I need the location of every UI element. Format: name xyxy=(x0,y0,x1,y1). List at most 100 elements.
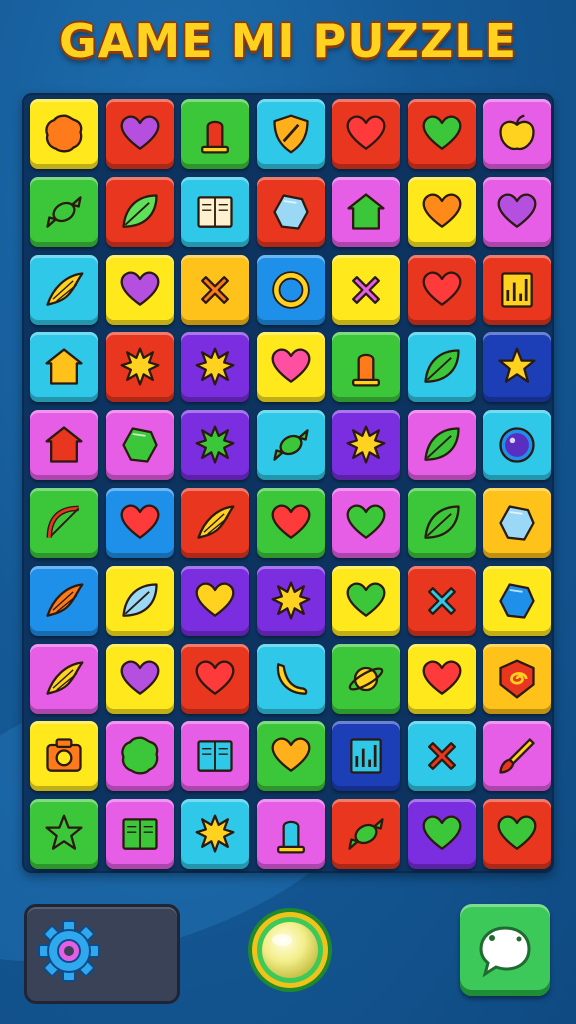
heart-icon xyxy=(422,271,461,306)
puzzle-tile[interactable] xyxy=(30,254,98,325)
puzzle-tile[interactable] xyxy=(256,99,325,169)
puzzle-tile[interactable] xyxy=(407,176,476,247)
puzzle-tile[interactable] xyxy=(483,488,551,558)
sun-icon xyxy=(120,347,159,386)
cross-icon xyxy=(427,742,456,771)
lamp-icon xyxy=(201,120,229,154)
heart-icon xyxy=(120,660,159,695)
puzzle-tile[interactable] xyxy=(30,799,98,870)
puzzle-tile[interactable] xyxy=(407,254,476,325)
puzzle-tile[interactable] xyxy=(483,332,551,403)
puzzle-tile[interactable] xyxy=(105,176,174,247)
heart-icon xyxy=(195,582,235,617)
puzzle-tile[interactable] xyxy=(407,565,476,636)
puzzle-tile[interactable] xyxy=(105,410,174,481)
orb-icon xyxy=(499,427,535,463)
puzzle-tile[interactable] xyxy=(332,488,400,558)
puzzle-tile[interactable] xyxy=(105,643,174,714)
heart-icon xyxy=(120,504,159,539)
puzzle-tile[interactable] xyxy=(30,643,98,714)
puzzle-tile[interactable] xyxy=(181,488,249,558)
puzzle-tile[interactable] xyxy=(407,799,476,870)
puzzle-tile[interactable] xyxy=(30,332,98,403)
puzzle-tile[interactable] xyxy=(105,565,174,636)
brush-icon xyxy=(499,738,535,775)
puzzle-tile[interactable] xyxy=(30,99,98,169)
puzzle-tile[interactable] xyxy=(30,721,98,792)
puzzle-tile[interactable] xyxy=(181,99,249,169)
puzzle-tile[interactable] xyxy=(407,643,476,714)
lamp-icon xyxy=(276,820,305,854)
heart-icon xyxy=(346,115,386,150)
puzzle-tile[interactable] xyxy=(181,643,249,714)
puzzle-tile[interactable] xyxy=(332,254,400,325)
puzzle-tile[interactable] xyxy=(407,332,476,403)
puzzle-tile[interactable] xyxy=(332,643,400,714)
puzzle-tile[interactable] xyxy=(256,254,325,325)
heart-icon xyxy=(120,115,159,150)
ring-icon xyxy=(271,270,310,309)
candy-icon xyxy=(46,195,82,228)
puzzle-tile[interactable] xyxy=(30,565,98,636)
leaf-icon xyxy=(121,194,158,228)
puzzle-tile[interactable] xyxy=(105,799,174,870)
puzzle-tile[interactable] xyxy=(181,332,249,403)
puzzle-tile[interactable] xyxy=(483,410,551,481)
settings-button[interactable] xyxy=(36,918,102,984)
heart-icon xyxy=(422,660,461,695)
puzzle-tile[interactable] xyxy=(256,488,325,558)
book-icon xyxy=(121,818,158,850)
heart-icon xyxy=(120,271,159,306)
heart-icon xyxy=(195,660,235,695)
puzzle-tile[interactable] xyxy=(256,410,325,481)
hint-button[interactable] xyxy=(460,904,550,996)
puzzle-tile[interactable] xyxy=(407,488,476,558)
puzzle-tile[interactable] xyxy=(181,176,249,247)
puzzle-tile[interactable] xyxy=(30,410,98,481)
puzzle-tile[interactable] xyxy=(105,332,174,403)
puzzle-tile[interactable] xyxy=(483,643,551,714)
puzzle-tile[interactable] xyxy=(483,565,551,636)
puzzle-tile[interactable] xyxy=(105,488,174,558)
camera-icon xyxy=(46,738,82,773)
puzzle-tile[interactable] xyxy=(332,99,400,169)
banana-icon xyxy=(276,662,307,695)
puzzle-tile[interactable] xyxy=(483,99,551,169)
puzzle-tile[interactable] xyxy=(256,565,325,636)
puzzle-tile[interactable] xyxy=(30,176,98,247)
puzzle-tile[interactable] xyxy=(105,254,174,325)
puzzle-tile[interactable] xyxy=(181,799,249,870)
cross-icon xyxy=(427,586,456,615)
puzzle-tile[interactable] xyxy=(256,176,325,247)
puzzle-tile[interactable] xyxy=(332,565,400,636)
puzzle-tile[interactable] xyxy=(181,254,249,325)
orb-button-icon xyxy=(248,908,332,992)
puzzle-tile[interactable] xyxy=(105,721,174,792)
puzzle-tile[interactable] xyxy=(332,176,400,247)
puzzle-tile[interactable] xyxy=(483,799,551,870)
puzzle-tile[interactable] xyxy=(483,254,551,325)
puzzle-tile[interactable] xyxy=(483,721,551,792)
puzzle-tile[interactable] xyxy=(332,332,400,403)
puzzle-tile[interactable] xyxy=(256,721,325,792)
book-icon xyxy=(197,740,233,773)
puzzle-tile[interactable] xyxy=(256,332,325,403)
center-action-button[interactable] xyxy=(246,906,334,994)
puzzle-tile[interactable] xyxy=(332,721,400,792)
puzzle-tile[interactable] xyxy=(483,176,551,247)
puzzle-tile[interactable] xyxy=(332,799,400,870)
star-icon xyxy=(45,814,83,850)
puzzle-tile[interactable] xyxy=(256,799,325,870)
puzzle-tile[interactable] xyxy=(256,643,325,714)
puzzle-tile[interactable] xyxy=(181,410,249,481)
puzzle-tile[interactable] xyxy=(332,410,400,481)
puzzle-tile[interactable] xyxy=(30,488,98,558)
puzzle-tile[interactable] xyxy=(105,99,174,169)
puzzle-tile[interactable] xyxy=(407,721,476,792)
leaf-icon xyxy=(121,583,158,617)
puzzle-board xyxy=(22,93,554,873)
puzzle-tile[interactable] xyxy=(407,99,476,169)
puzzle-tile[interactable] xyxy=(407,410,476,481)
puzzle-tile[interactable] xyxy=(181,565,249,636)
puzzle-tile[interactable] xyxy=(181,721,249,792)
